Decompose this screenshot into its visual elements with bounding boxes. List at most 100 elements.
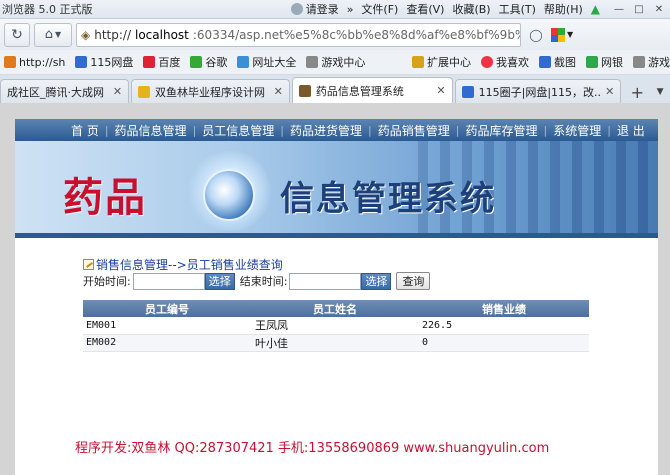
- bookmark-games[interactable]: 游戏中心: [306, 54, 365, 70]
- new-tab-button[interactable]: +: [626, 81, 648, 103]
- bookmark-hao[interactable]: 网址大全: [237, 54, 296, 70]
- bookmark-icon: [143, 56, 156, 68]
- online-bank[interactable]: 网银: [586, 54, 623, 70]
- bookmark-google[interactable]: 谷歌: [190, 54, 227, 70]
- start-time-select-button[interactable]: 选择: [204, 272, 235, 290]
- menu-favorites[interactable]: 收藏(B): [452, 1, 490, 17]
- main-nav: 首 页 | 药品信息管理 | 员工信息管理 | 药品进货管理 | 药品销售管理 …: [15, 119, 658, 141]
- page-viewport: 首 页 | 药品信息管理 | 员工信息管理 | 药品进货管理 | 药品销售管理 …: [0, 103, 670, 475]
- table-row[interactable]: EM001 王凤凤 226.5: [83, 317, 589, 335]
- site-icon: [298, 84, 311, 97]
- bookmark-baidu[interactable]: 百度: [143, 54, 180, 70]
- tab-115[interactable]: 115圈子|网盘|115，改... ✕: [454, 79, 622, 103]
- cell-employee-id: EM001: [83, 317, 251, 335]
- bookmark-http[interactable]: http://sh: [4, 56, 65, 69]
- start-time-input[interactable]: [132, 272, 205, 290]
- star-icon: [138, 85, 151, 98]
- my-likes[interactable]: 我喜欢: [481, 54, 529, 70]
- search-form: 开始时间: 选择 结束时间: 选择 查询: [83, 272, 431, 290]
- scissors-icon: [539, 56, 551, 68]
- tab-close-icon[interactable]: ✕: [274, 85, 283, 98]
- refresh-icon: ↻: [11, 26, 23, 43]
- breadcrumb: 销售信息管理-->员工销售业绩查询: [83, 256, 283, 273]
- browser-titlebar: 浏览器 5.0 正式版 请登录 » 文件(F) 查看(V) 收藏(B) 工具(T…: [0, 0, 670, 19]
- menu-file[interactable]: 文件(F): [361, 1, 398, 17]
- shield-button[interactable]: ◯: [525, 24, 547, 46]
- extension-center[interactable]: 扩展中心: [412, 54, 471, 70]
- cell-employee-id: EM002: [83, 334, 251, 352]
- menu-more-icon[interactable]: »: [347, 3, 354, 16]
- maximize-icon[interactable]: □: [632, 3, 646, 15]
- developer-footer: 程序开发:双鱼林 QQ:287307421 手机:13558690869 www…: [75, 441, 550, 456]
- bookmark-icon: [190, 56, 203, 68]
- gamepad-icon: [633, 56, 645, 68]
- home-icon: ⌂: [44, 27, 54, 42]
- cell-employee-name: 王凤凤: [251, 317, 419, 335]
- tab-close-icon[interactable]: ✕: [605, 85, 614, 98]
- end-time-select-button[interactable]: 选择: [361, 272, 392, 290]
- address-bar[interactable]: ◈ http:// localhost:60334/asp.net%e5%8c%b…: [76, 22, 521, 47]
- tab-close-icon[interactable]: ✕: [113, 85, 122, 98]
- chevron-down-icon: ▼: [55, 30, 62, 39]
- bookmark-icon: [4, 56, 16, 68]
- edit-icon: [83, 259, 94, 270]
- tab-tencent[interactable]: 成社区_腾讯·大成网 ✕: [0, 79, 130, 103]
- shield-icon: ◯: [529, 27, 543, 42]
- nav-inventory[interactable]: 药品库存管理: [459, 122, 543, 139]
- tab-drug-system[interactable]: 药品信息管理系统 ✕: [291, 77, 453, 103]
- user-avatar-icon: [290, 3, 303, 15]
- tab-list-button[interactable]: ▼: [650, 81, 670, 103]
- table-header-row: 员工编号 员工姓名 销售业绩: [83, 300, 589, 317]
- bookmark-icon: [75, 56, 88, 68]
- s-icon: [461, 85, 474, 98]
- tab-shuangyulin[interactable]: 双鱼林毕业程序设计网 [... ✕: [131, 79, 290, 103]
- cell-sales: 0: [419, 334, 589, 352]
- login-link[interactable]: 请登录: [290, 1, 339, 17]
- close-icon[interactable]: ✕: [652, 3, 666, 15]
- cell-employee-name: 叶小佳: [251, 334, 419, 352]
- header-banner: 药品 信息管理系统: [15, 141, 658, 238]
- app-frame: 首 页 | 药品信息管理 | 员工信息管理 | 药品进货管理 | 药品销售管理 …: [15, 119, 658, 475]
- col-sales-performance[interactable]: 销售业绩: [419, 300, 589, 317]
- nav-drug-info[interactable]: 药品信息管理: [109, 122, 193, 139]
- heart-icon: [481, 56, 493, 68]
- nav-sales[interactable]: 药品销售管理: [372, 122, 456, 139]
- breadcrumb-text: 销售信息管理-->员工销售业绩查询: [96, 258, 283, 272]
- nav-employee-info[interactable]: 员工信息管理: [196, 122, 280, 139]
- nav-purchase[interactable]: 药品进货管理: [284, 122, 368, 139]
- nav-home[interactable]: 首 页: [65, 122, 105, 139]
- browser-title: 浏览器 5.0 正式版: [2, 3, 93, 16]
- window-controls: — □ ✕: [612, 3, 666, 15]
- browser-menubar: 请登录 » 文件(F) 查看(V) 收藏(B) 工具(T) 帮助(H) ▲ — …: [290, 1, 670, 17]
- cell-sales: 226.5: [419, 317, 589, 335]
- table-row[interactable]: EM002 叶小佳 0: [83, 334, 589, 352]
- url-path: :60334/asp.net%e5%8c%bb%e8%8d%af%e8%bf%9…: [192, 27, 521, 42]
- home-button[interactable]: ⌂ ▼: [34, 22, 72, 47]
- query-button[interactable]: 查询: [396, 272, 431, 290]
- bookmark-115[interactable]: 115网盘: [75, 54, 133, 70]
- menu-tools[interactable]: 工具(T): [499, 1, 536, 17]
- address-row: ↻ ⌂ ▼ ◈ http://localhost:60334/asp.net%e5…: [0, 19, 670, 50]
- col-employee-name[interactable]: 员工姓名: [251, 300, 419, 317]
- search-engine-selector[interactable]: ▼: [551, 24, 589, 46]
- banner-title-blue: 信息管理系统: [280, 179, 496, 219]
- menu-view[interactable]: 查看(V): [406, 1, 444, 17]
- skin-icon[interactable]: ▲: [591, 2, 600, 16]
- nav-logout[interactable]: 退 出: [611, 122, 651, 139]
- search-engine-icon: [551, 27, 565, 42]
- chevron-down-icon: ▼: [567, 30, 574, 39]
- end-time-input[interactable]: [289, 272, 362, 290]
- tab-close-icon[interactable]: ✕: [436, 84, 445, 97]
- url-host: localhost: [135, 27, 189, 42]
- minimize-icon[interactable]: —: [612, 3, 626, 15]
- menu-help[interactable]: 帮助(H): [544, 1, 583, 17]
- tab-strip: 成社区_腾讯·大成网 ✕ 双鱼林毕业程序设计网 [... ✕ 药品信息管理系统 …: [0, 75, 670, 103]
- end-time-label: 结束时间:: [239, 275, 288, 288]
- screenshot-tool[interactable]: 截图: [539, 54, 576, 70]
- refresh-button[interactable]: ↻: [4, 22, 30, 47]
- bookmark-icon: [306, 56, 319, 68]
- nav-system[interactable]: 系统管理: [547, 122, 607, 139]
- games-tool[interactable]: 游戏: [633, 54, 670, 70]
- col-employee-id[interactable]: 员工编号: [83, 300, 251, 317]
- main-content: 销售信息管理-->员工销售业绩查询 开始时间: 选择 结束时间: 选择 查询 员…: [15, 238, 658, 475]
